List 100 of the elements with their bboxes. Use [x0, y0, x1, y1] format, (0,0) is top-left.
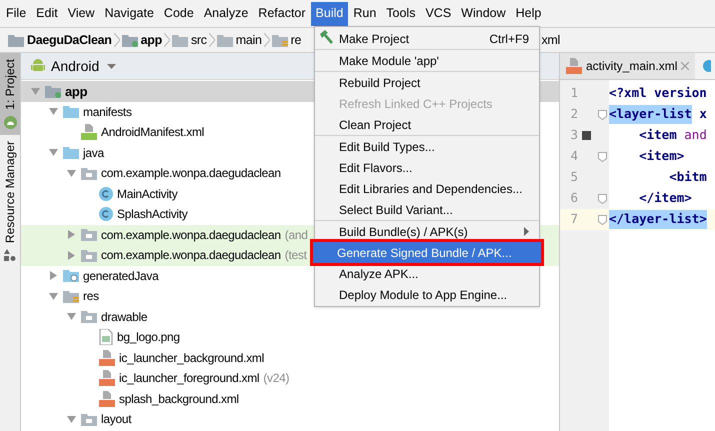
menu-item[interactable]: View	[62, 2, 100, 26]
view-selector[interactable]: Android	[51, 56, 116, 76]
line-number: 2	[569, 105, 578, 124]
resource-folder-icon	[63, 290, 79, 303]
tree-item[interactable]: generatedJava	[47, 266, 158, 286]
menu-item[interactable]: Make Module 'app'	[315, 50, 539, 71]
manifest-file-icon	[81, 124, 97, 140]
shortcut-text: Ctrl+F9	[489, 30, 529, 48]
tree-item-suffix: (and	[284, 226, 308, 244]
tree-item-suffix: (test	[284, 247, 307, 264]
breadcrumb-item[interactable]: re	[272, 30, 302, 50]
chevron-icon	[164, 33, 170, 47]
tool-window-tab[interactable]: Resource Manager	[0, 134, 20, 267]
tree-item[interactable]: MainActivity	[83, 184, 178, 204]
close-icon[interactable]	[681, 62, 690, 70]
menu-item[interactable]: Clean Project	[315, 114, 539, 135]
expanded-arrow-icon[interactable]	[30, 86, 40, 96]
tool-window-tab[interactable]: 1: Project	[0, 53, 20, 135]
class-icon	[99, 186, 113, 201]
expanded-arrow-icon[interactable]	[66, 312, 76, 322]
breadcrumb-item[interactable]: src	[172, 30, 207, 50]
chevron-icon	[114, 33, 120, 47]
project-folder-icon	[8, 34, 24, 46]
menu-item[interactable]: Window	[456, 2, 511, 26]
breadcrumb-item[interactable]: app	[122, 30, 162, 50]
tree-item[interactable]: ic_launcher_foreground.xml (v24)	[83, 368, 290, 388]
package-folder-icon	[81, 412, 97, 426]
expanded-arrow-icon[interactable]	[66, 414, 76, 424]
xml-file-icon	[99, 350, 115, 366]
line-number: 3	[569, 126, 578, 144]
menu-item[interactable]: VCS	[420, 2, 456, 26]
menu-item[interactable]: Generate Signed Bundle / APK...	[313, 242, 541, 263]
android-icon	[4, 116, 16, 129]
menu-item[interactable]: Analyze	[198, 2, 254, 26]
menu-item[interactable]: Build	[310, 2, 348, 26]
line-number: 4	[569, 147, 578, 166]
menu-item[interactable]: Build Bundle(s) / APK(s)	[315, 221, 539, 242]
folder-icon	[63, 105, 79, 118]
module-folder-icon	[45, 84, 61, 98]
editor-tab[interactable]: activity_main.xml	[560, 53, 696, 79]
tree-item[interactable]: ic_launcher_background.xml	[83, 348, 264, 368]
breadcrumb-item[interactable]: main	[216, 30, 262, 50]
resource-folder-icon	[272, 34, 288, 46]
package-folder-icon	[81, 166, 97, 180]
tree-item[interactable]: res	[47, 286, 99, 306]
collapsed-arrow-icon[interactable]	[66, 230, 76, 240]
expanded-arrow-icon[interactable]	[66, 168, 76, 178]
dropdown-caret-icon	[107, 64, 116, 68]
tree-item[interactable]: com.example.wonpa.daegudaclean	[65, 163, 281, 184]
tree-item[interactable]: java	[47, 142, 104, 163]
line-number: 5	[569, 168, 578, 186]
chevron-icon	[208, 33, 215, 47]
expanded-arrow-icon[interactable]	[48, 292, 58, 301]
generated-folder-icon	[63, 269, 79, 282]
shapes-icon	[4, 248, 16, 261]
menu-item[interactable]: Run	[348, 2, 382, 26]
package-folder-icon	[81, 228, 97, 242]
menu-item[interactable]: Tools	[381, 2, 420, 26]
menu-item[interactable]: Analyze APK...	[315, 263, 539, 284]
code-line: <item and	[638, 126, 708, 144]
breadcrumb-item[interactable]: xml	[541, 30, 560, 50]
tree-item[interactable]: drawable	[65, 306, 148, 327]
android-icon	[31, 58, 45, 74]
expanded-arrow-icon[interactable]	[48, 107, 58, 116]
module-folder-icon	[122, 34, 138, 46]
tree-item[interactable]: AndroidManifest.xml	[65, 122, 204, 142]
tree-item[interactable]: manifests	[47, 102, 132, 122]
menu-item[interactable]: Rebuild Project	[315, 72, 539, 93]
code-line: </item>	[638, 189, 693, 208]
expanded-arrow-icon[interactable]	[48, 148, 58, 158]
menu-item[interactable]: Edit	[31, 2, 63, 26]
chevron-icon	[264, 33, 270, 47]
xml-file-icon	[99, 390, 115, 407]
package-folder-icon	[81, 248, 97, 262]
tree-item[interactable]: layout	[65, 409, 132, 430]
menu-item[interactable]: Edit Libraries and Dependencies...	[315, 178, 539, 199]
tree-item[interactable]: bg_logo.png	[83, 327, 180, 348]
menu-item[interactable]: Make Project Ctrl+F9	[315, 28, 539, 49]
hammer-icon	[318, 29, 334, 45]
folder-icon	[63, 146, 79, 160]
menu-item[interactable]: Select Build Variant...	[315, 199, 539, 220]
collapsed-arrow-icon[interactable]	[66, 250, 76, 260]
menu-item[interactable]: Navigate	[100, 2, 159, 26]
image-file-icon	[99, 329, 113, 346]
menu-item[interactable]: Code	[158, 2, 199, 26]
menu-item[interactable]: File	[1, 2, 32, 26]
tree-item[interactable]: splash_background.xml	[83, 388, 239, 409]
xml-file-icon	[99, 370, 115, 386]
menu-item[interactable]: Help	[510, 2, 546, 26]
collapsed-arrow-icon[interactable]	[48, 271, 58, 280]
package-folder-icon	[81, 310, 97, 324]
tree-item-suffix: (v24)	[263, 370, 290, 388]
menu-item[interactable]: Refactor	[253, 2, 311, 26]
breadcrumb-item[interactable]: DaeguDaClean	[8, 30, 112, 50]
tree-item[interactable]: SplashActivity	[83, 204, 188, 224]
xml-file-icon	[566, 58, 582, 74]
menu-item[interactable]: Deploy Module to App Engine...	[315, 284, 539, 305]
menu-item[interactable]: Edit Build Types...	[315, 136, 539, 157]
code-line: <?xml version	[609, 84, 708, 102]
menu-item[interactable]: Edit Flavors...	[315, 157, 539, 178]
